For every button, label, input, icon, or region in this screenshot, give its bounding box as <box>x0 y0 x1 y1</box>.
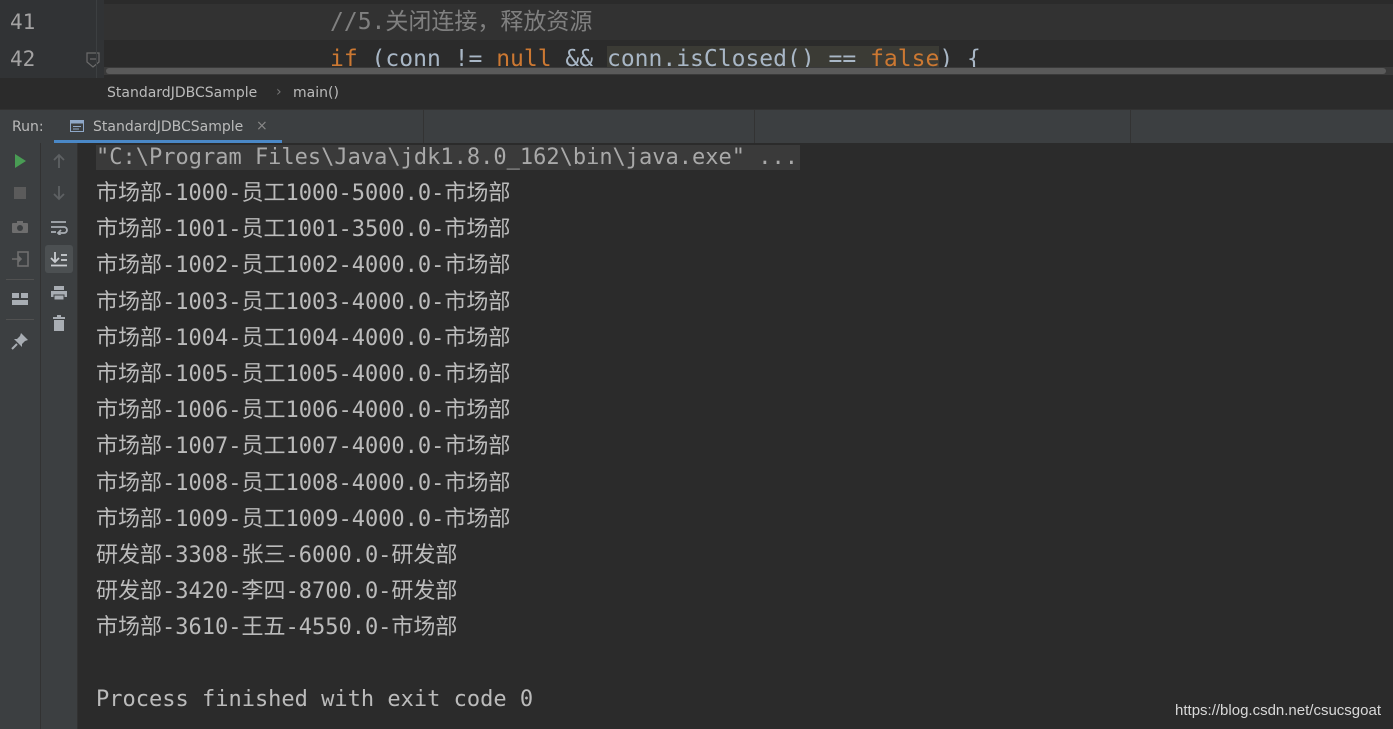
code-comment: //5.关闭连接，释放资源 <box>330 9 593 35</box>
code-line-41[interactable]: //5.关闭连接，释放资源 <box>330 4 592 40</box>
console-output[interactable]: "C:\Program Files\Java\jdk1.8.0_162\bin\… <box>78 143 1393 729</box>
console-line: 市场部-1000-员工1000-5000.0-市场部 <box>96 181 511 206</box>
current-line-highlight <box>104 4 1393 40</box>
previous-occurrence-button[interactable] <box>45 147 73 175</box>
line-number: 42 <box>10 47 36 71</box>
arrow-down-icon <box>53 186 65 201</box>
console-line: 市场部-3610-王五-4550.0-市场部 <box>96 615 458 641</box>
run-icon <box>15 154 26 168</box>
line-gutter: 41 42 <box>0 0 104 78</box>
console-line: 市场部-1002-员工1002-4000.0-市场部 <box>96 253 511 279</box>
watermark: https://blog.csdn.net/csucsgoat <box>1175 702 1381 719</box>
header-divider <box>1130 110 1131 143</box>
run-label: Run: <box>12 119 44 135</box>
code-editor[interactable]: 41 42 //5.关闭连接，释放资源 if (conn != null && … <box>0 0 1393 78</box>
console-line: 市场部-1009-员工1009-4000.0-市场部 <box>96 506 511 532</box>
run-tab-label: StandardJDBCSample <box>93 119 244 135</box>
header-divider <box>423 110 424 143</box>
console-line: 市场部-1003-员工1003-4000.0-市场部 <box>96 289 511 315</box>
java-command[interactable]: "C:\Program Files\Java\jdk1.8.0_162\bin\… <box>96 145 800 170</box>
console-line: 市场部-1001-员工1001-3500.0-市场部 <box>96 217 511 243</box>
console-line: 市场部-1006-员工1006-4000.0-市场部 <box>96 398 511 424</box>
gutter-divider <box>96 0 97 78</box>
console-line: 市场部-1007-员工1007-4000.0-市场部 <box>96 434 511 460</box>
console-line: 研发部-3308-张三-6000.0-研发部 <box>96 543 458 568</box>
dump-threads-button[interactable] <box>6 213 34 241</box>
layout-icon <box>12 293 28 305</box>
console-command-line: "C:\Program Files\Java\jdk1.8.0_162\bin\… <box>96 140 800 176</box>
layout-button[interactable] <box>6 285 34 313</box>
exit-message: Process finished with exit code 0 <box>96 687 534 712</box>
breadcrumb-method[interactable]: main() <box>293 85 339 101</box>
print-button[interactable] <box>45 279 73 307</box>
breadcrumb-separator: › <box>276 84 282 100</box>
console-icon <box>70 120 84 132</box>
console-line: 市场部-1005-员工1005-4000.0-市场部 <box>96 362 511 387</box>
stop-button[interactable] <box>6 179 34 207</box>
breadcrumb-class[interactable]: StandardJDBCSample <box>107 85 257 101</box>
login-icon <box>12 251 29 267</box>
run-tab[interactable]: StandardJDBCSample × <box>54 110 282 143</box>
rerun-button[interactable] <box>6 147 34 175</box>
soft-wrap-icon <box>51 221 68 235</box>
console-line: 市场部-1004-员工1004-4000.0-市场部 <box>96 325 511 351</box>
stop-icon <box>14 187 26 199</box>
scroll-to-end-icon <box>50 252 67 267</box>
ide-window: 41 42 //5.关闭连接，释放资源 if (conn != null && … <box>0 0 1393 729</box>
arrow-up-icon <box>53 153 65 168</box>
line-number: 41 <box>10 10 36 34</box>
scrollbar-thumb[interactable] <box>106 68 1386 74</box>
trash-icon <box>53 315 65 331</box>
console-line: 市场部-1008-员工1008-4000.0-市场部 <box>96 470 511 496</box>
print-icon <box>51 286 67 301</box>
run-toolbar-primary <box>0 143 41 729</box>
clear-all-button[interactable] <box>45 309 73 337</box>
soft-wrap-button[interactable] <box>45 213 73 241</box>
run-tool-window-header: Run: StandardJDBCSample × <box>0 109 1393 143</box>
camera-icon <box>12 221 28 233</box>
next-occurrence-button[interactable] <box>45 179 73 207</box>
fold-icon[interactable] <box>86 52 100 68</box>
toolbar-separator <box>6 319 34 320</box>
close-icon[interactable]: × <box>256 118 268 134</box>
run-toolbar-secondary <box>41 143 78 729</box>
console-line: 研发部-3420-李四-8700.0-研发部 <box>96 579 458 605</box>
toolbar-separator <box>6 279 34 280</box>
scroll-to-end-button[interactable] <box>45 245 73 273</box>
breadcrumb: StandardJDBCSample › main() <box>0 78 1393 109</box>
pin-icon <box>11 333 28 350</box>
pin-tab-button[interactable] <box>6 327 34 355</box>
header-divider <box>754 110 755 143</box>
restore-layout-button[interactable] <box>6 245 34 273</box>
horizontal-scrollbar[interactable] <box>104 67 1393 75</box>
